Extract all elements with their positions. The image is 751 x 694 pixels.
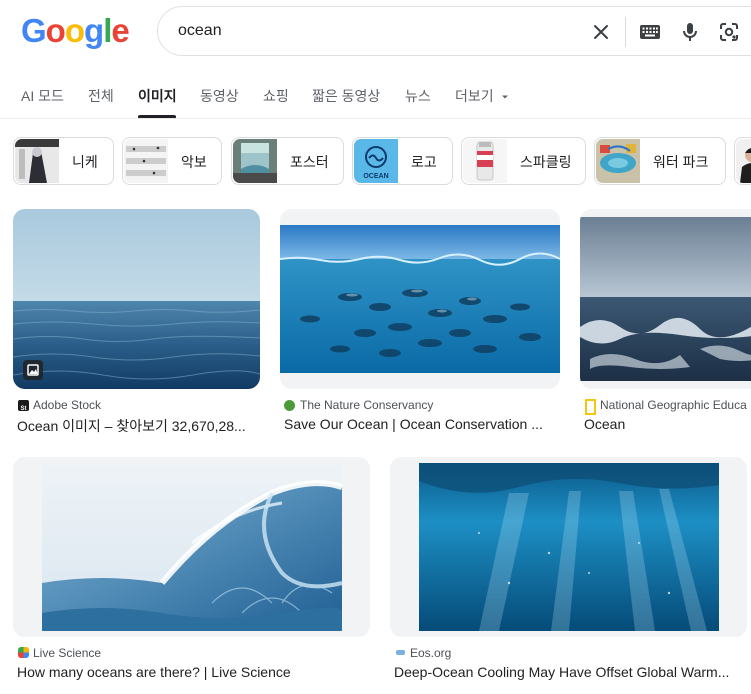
tabs-divider — [0, 118, 751, 119]
chip-thumbnail — [233, 139, 277, 183]
logo-letter: g — [84, 12, 104, 49]
lens-icon[interactable] — [717, 20, 741, 44]
result-source: Adobe Stock — [33, 398, 102, 412]
search-tabs: AI 모드 전체 이미지 동영상 쇼핑 짧은 동영상 뉴스 더보기 — [0, 86, 751, 118]
chip-logo[interactable]: OCEAN 로고 — [352, 137, 453, 185]
source-favicon: St — [18, 400, 29, 412]
chip-label: 니케 — [72, 154, 98, 170]
result-source: Eos.org — [410, 646, 452, 660]
chip-label: 로고 — [411, 154, 437, 170]
result-card[interactable]: Live Science How many oceans are there? … — [13, 457, 370, 687]
result-source: The Nature Conservancy — [300, 398, 434, 412]
logo-letter: l — [103, 12, 112, 49]
favicon-text: St — [21, 406, 27, 412]
source-favicon — [284, 400, 295, 411]
result-title[interactable]: Ocean — [584, 416, 751, 432]
tab-videos[interactable]: 동영상 — [200, 86, 239, 106]
result-source: Live Science — [33, 646, 102, 660]
result-card[interactable]: Eos.org Deep-Ocean Cooling May Have Offs… — [390, 457, 747, 687]
result-image[interactable] — [280, 209, 560, 389]
chip-label: 악보 — [181, 154, 207, 170]
image-badge-icon — [23, 360, 43, 380]
chip-poster[interactable]: 포스터 — [231, 137, 344, 185]
tab-news[interactable]: 뉴스 — [405, 86, 431, 106]
chip-label: 스파클링 — [520, 154, 572, 170]
chip-thumbnail — [736, 139, 751, 183]
chip-thumbnail — [15, 139, 59, 183]
tab-more-label: 더보기 — [455, 88, 494, 104]
result-image[interactable] — [390, 457, 747, 637]
result-title[interactable]: How many oceans are there? | Live Scienc… — [17, 664, 367, 680]
result-title[interactable]: Deep-Ocean Cooling May Have Offset Globa… — [394, 664, 744, 680]
tab-ai-mode[interactable]: AI 모드 — [21, 86, 64, 106]
source-favicon — [585, 399, 596, 415]
tab-all[interactable]: 전체 — [88, 86, 114, 106]
source-favicon — [18, 647, 29, 658]
result-card[interactable]: National Geographic Educa Ocean — [580, 209, 751, 439]
chip-logo-text: OCEAN — [363, 173, 388, 180]
clear-icon[interactable] — [589, 20, 613, 44]
chip-partial[interactable] — [734, 137, 751, 185]
chip-water-park[interactable]: 워터 파크 — [594, 137, 726, 185]
mic-icon[interactable] — [678, 20, 702, 44]
result-card[interactable]: St Adobe Stock Ocean 이미지 – 찾아보기 32,670,2… — [13, 209, 260, 439]
result-source: National Geographic Educa — [600, 398, 747, 412]
chip-thumbnail — [124, 139, 168, 183]
chip-label: 워터 파크 — [653, 154, 709, 170]
chip-thumbnail — [596, 139, 640, 183]
search-input[interactable]: ocean — [178, 22, 222, 40]
result-card[interactable]: The Nature Conservancy Save Our Ocean | … — [280, 209, 560, 439]
logo-letter: o — [45, 12, 66, 49]
search-box[interactable]: ocean — [157, 6, 751, 56]
search-divider — [625, 17, 626, 47]
tab-more[interactable]: 더보기 — [455, 86, 510, 106]
chip-sparkling[interactable]: 스파클링 — [461, 137, 586, 185]
logo-letter: e — [111, 12, 129, 49]
tab-shopping[interactable]: 쇼핑 — [263, 86, 289, 106]
result-image[interactable] — [13, 457, 370, 637]
logo-letter: o — [64, 12, 85, 49]
result-title[interactable]: Save Our Ocean | Ocean Conservation ... — [284, 416, 556, 432]
chip-sheet-music[interactable]: 악보 — [122, 137, 222, 185]
logo-letter: G — [21, 12, 47, 49]
keyboard-icon[interactable] — [638, 20, 662, 44]
chip-label: 포스터 — [290, 154, 329, 170]
chip-thumbnail — [463, 139, 507, 183]
google-logo[interactable]: Google — [21, 12, 130, 50]
result-image[interactable] — [580, 209, 751, 389]
tab-short-videos[interactable]: 짧은 동영상 — [312, 86, 380, 106]
result-image[interactable] — [13, 209, 260, 389]
chip-thumbnail: OCEAN — [354, 139, 398, 183]
source-favicon — [396, 650, 405, 655]
chip-nikke[interactable]: 니케 — [13, 137, 114, 185]
caret-down-icon — [501, 95, 508, 99]
tab-images[interactable]: 이미지 — [138, 86, 177, 106]
result-title[interactable]: Ocean 이미지 – 찾아보기 32,670,28... — [17, 416, 260, 436]
